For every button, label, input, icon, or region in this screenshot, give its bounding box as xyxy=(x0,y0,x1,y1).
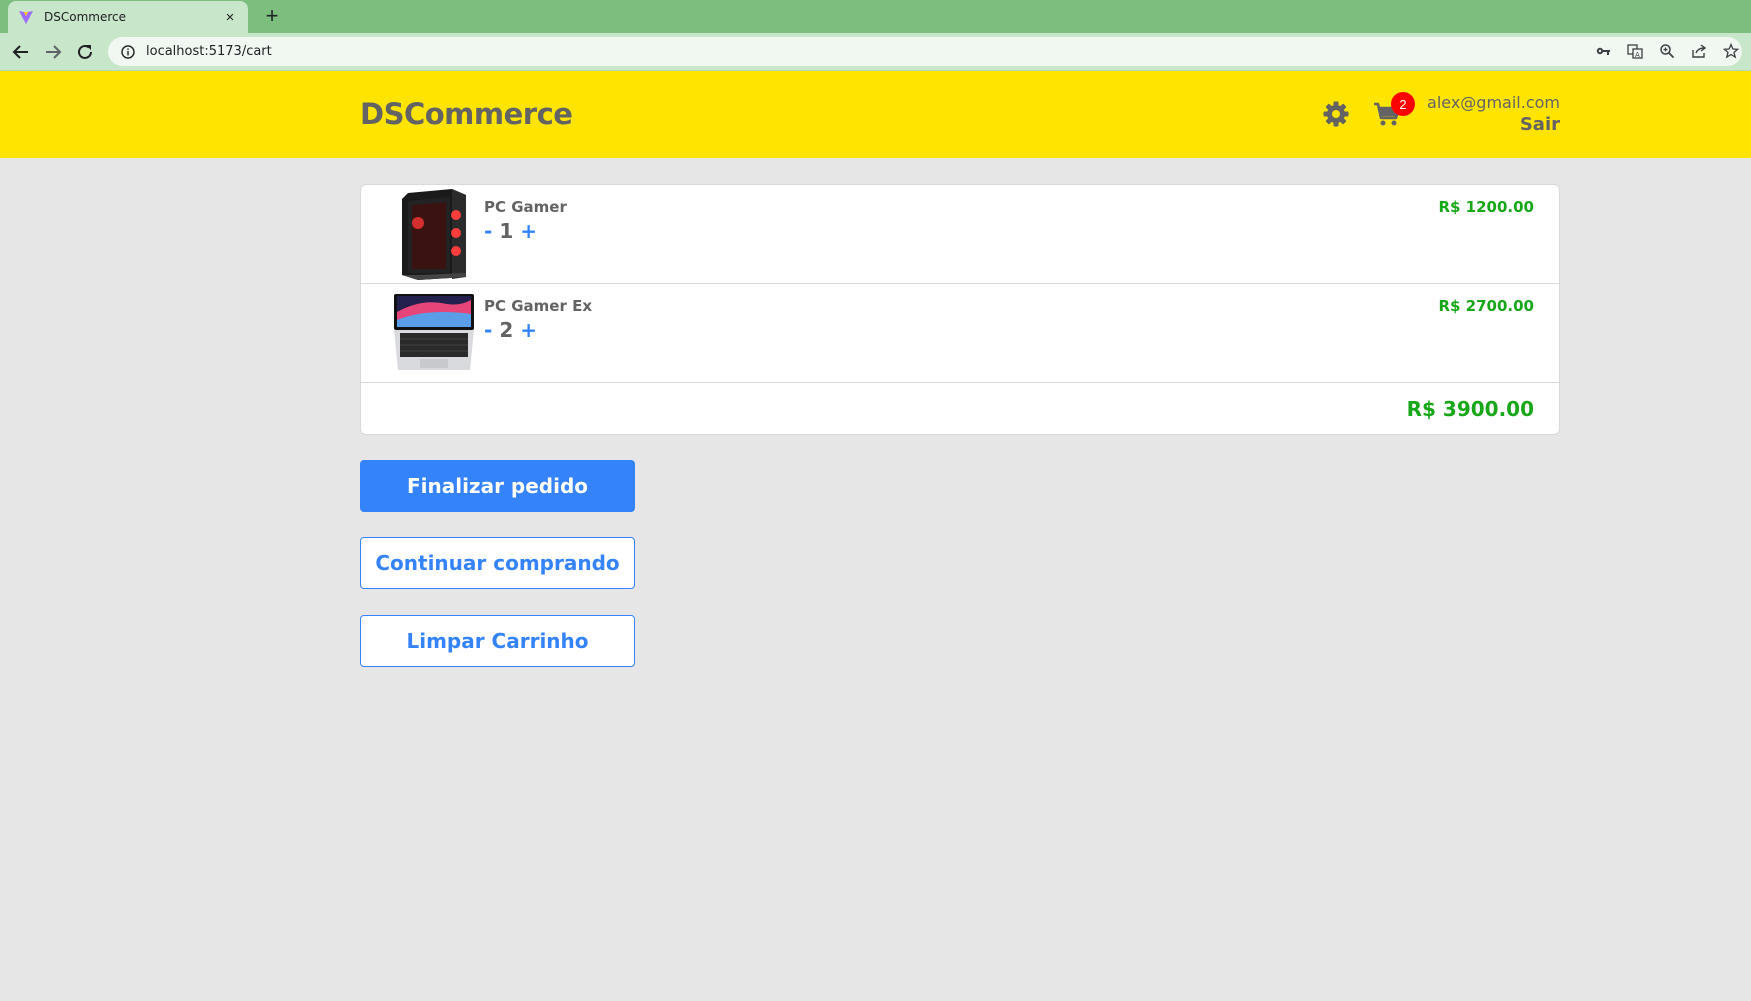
admin-gear-icon[interactable] xyxy=(1321,99,1351,129)
quantity-value: 1 xyxy=(499,219,514,243)
logout-link[interactable]: Sair xyxy=(1520,114,1560,135)
quantity-stepper: - 2 + xyxy=(484,318,537,342)
item-name: PC Gamer xyxy=(484,198,567,216)
star-icon[interactable] xyxy=(1722,42,1740,60)
vite-favicon-icon xyxy=(18,9,34,25)
browser-tab-bar: DSCommerce × + xyxy=(0,0,1751,33)
logo[interactable]: DSCommerce xyxy=(360,97,573,131)
key-icon[interactable] xyxy=(1594,42,1612,60)
back-icon[interactable] xyxy=(10,41,32,63)
address-bar[interactable]: localhost:5173/cart A xyxy=(108,37,1742,66)
zoom-icon[interactable] xyxy=(1658,42,1676,60)
quantity-stepper: - 1 + xyxy=(484,219,537,243)
share-icon[interactable] xyxy=(1690,42,1708,60)
laptop-image xyxy=(392,292,474,386)
cart-item: PC Gamer - 1 + R$ 1200.00 xyxy=(361,185,1559,284)
decrement-button[interactable]: - xyxy=(484,219,492,243)
clear-cart-button[interactable]: Limpar Carrinho xyxy=(360,615,635,667)
increment-button[interactable]: + xyxy=(520,219,537,243)
cart-count-badge: 2 xyxy=(1391,92,1415,116)
svg-text:A: A xyxy=(1635,51,1640,59)
item-price: R$ 2700.00 xyxy=(1438,297,1534,315)
cart-total: R$ 3900.00 xyxy=(1406,397,1534,421)
item-name: PC Gamer Ex xyxy=(484,297,593,315)
app-header: DSCommerce 2 alex@gmail.com Sair xyxy=(0,71,1751,158)
reload-icon[interactable] xyxy=(74,41,96,63)
new-tab-button[interactable]: + xyxy=(260,5,284,29)
cart-item: PC Gamer Ex - 2 + R$ 2700.00 xyxy=(361,284,1559,383)
info-icon[interactable] xyxy=(120,44,136,60)
quantity-value: 2 xyxy=(499,318,514,342)
browser-tab[interactable]: DSCommerce × xyxy=(8,1,248,33)
translate-icon[interactable]: A xyxy=(1626,42,1644,60)
item-price: R$ 1200.00 xyxy=(1438,198,1534,216)
tab-close-icon[interactable]: × xyxy=(222,9,238,26)
decrement-button[interactable]: - xyxy=(484,318,492,342)
pc-gamer-tower-image xyxy=(394,187,474,281)
tab-title: DSCommerce xyxy=(44,10,126,24)
browser-toolbar: localhost:5173/cart A xyxy=(0,33,1751,71)
increment-button[interactable]: + xyxy=(520,318,537,342)
user-email: alex@gmail.com xyxy=(1427,93,1560,112)
continue-shopping-button[interactable]: Continuar comprando xyxy=(360,537,635,589)
checkout-button[interactable]: Finalizar pedido xyxy=(360,460,635,512)
url-text: localhost:5173/cart xyxy=(146,44,272,59)
cart-card: PC Gamer - 1 + R$ 1200.00 PC Gamer Ex - … xyxy=(360,184,1560,435)
forward-icon[interactable] xyxy=(42,41,64,63)
